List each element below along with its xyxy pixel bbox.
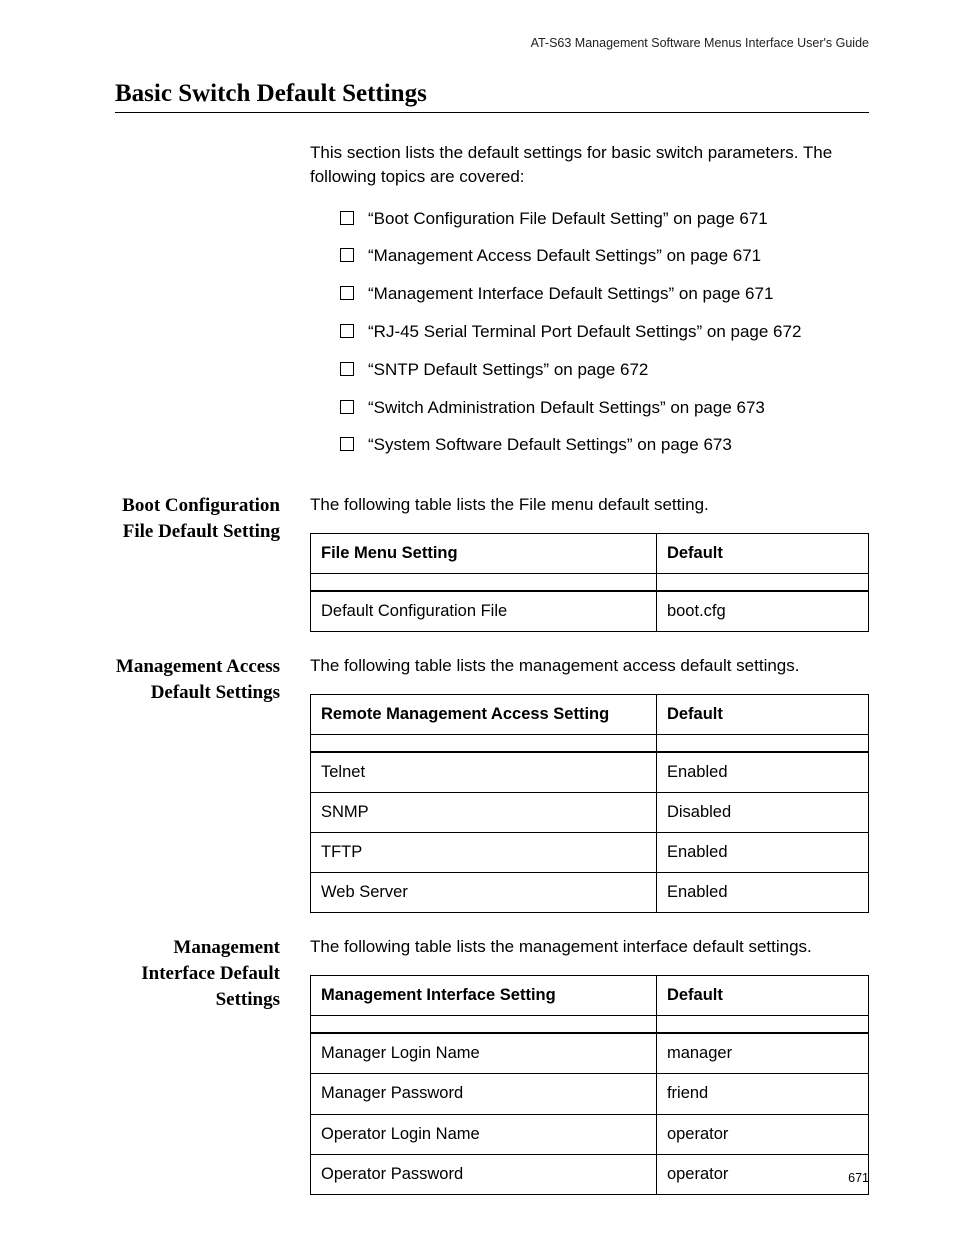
list-item: “Switch Administration Default Settings”… [340, 396, 869, 420]
checkbox-icon [340, 286, 354, 300]
access-table: Remote Management Access Setting Default… [310, 694, 869, 913]
cell-setting: Web Server [311, 873, 657, 913]
list-item: “Boot Configuration File Default Setting… [340, 207, 869, 231]
topic-text: “System Software Default Settings” on pa… [368, 433, 732, 457]
topic-list: “Boot Configuration File Default Setting… [340, 207, 869, 472]
side-heading-boot: Boot Configuration File Default Setting [115, 493, 310, 632]
cell-setting: Operator Password [311, 1154, 657, 1194]
th-setting: Remote Management Access Setting [311, 694, 657, 734]
cell-setting: Default Configuration File [311, 592, 657, 632]
table-row: Operator Login Name operator [311, 1114, 869, 1154]
cell-default: Disabled [656, 793, 868, 833]
cell-setting: Manager Login Name [311, 1034, 657, 1074]
cell-default: Enabled [656, 753, 868, 793]
running-head: AT-S63 Management Software Menus Interfa… [115, 36, 869, 50]
checkbox-icon [340, 362, 354, 376]
topic-text: “Management Interface Default Settings” … [368, 282, 773, 306]
cell-default: Enabled [656, 873, 868, 913]
table-row: Manager Login Name manager [311, 1034, 869, 1074]
table-row: SNMP Disabled [311, 793, 869, 833]
table-row: TFTP Enabled [311, 833, 869, 873]
th-setting: Management Interface Setting [311, 976, 657, 1016]
list-item: “Management Access Default Settings” on … [340, 244, 869, 268]
title-rule [115, 112, 869, 113]
list-item: “RJ-45 Serial Terminal Port Default Sett… [340, 320, 869, 344]
topic-text: “Management Access Default Settings” on … [368, 244, 761, 268]
th-default: Default [656, 976, 868, 1016]
section-body-interface: The following table lists the management… [310, 935, 869, 1194]
section-lead: The following table lists the management… [310, 935, 869, 959]
table-row: Telnet Enabled [311, 753, 869, 793]
cell-setting: Telnet [311, 753, 657, 793]
list-item: “System Software Default Settings” on pa… [340, 433, 869, 457]
side-heading-interface: Management Interface Default Settings [115, 935, 310, 1194]
cell-setting: SNMP [311, 793, 657, 833]
interface-table: Management Interface Setting Default Man… [310, 975, 869, 1194]
side-heading-access: Management Access Default Settings [115, 654, 310, 913]
checkbox-icon [340, 248, 354, 262]
checkbox-icon [340, 324, 354, 338]
table-row: Default Configuration File boot.cfg [311, 592, 869, 632]
section-body-access: The following table lists the management… [310, 654, 869, 913]
table-row: Manager Password friend [311, 1074, 869, 1114]
table-row: Operator Password operator [311, 1154, 869, 1194]
table-row: Web Server Enabled [311, 873, 869, 913]
section-body-boot: The following table lists the File menu … [310, 493, 869, 632]
section-lead: The following table lists the management… [310, 654, 869, 678]
th-setting: File Menu Setting [311, 533, 657, 573]
section-interface: Management Interface Default Settings Th… [115, 935, 869, 1194]
page-number: 671 [848, 1171, 869, 1185]
list-item: “SNTP Default Settings” on page 672 [340, 358, 869, 382]
cell-default: manager [656, 1034, 868, 1074]
th-default: Default [656, 694, 868, 734]
cell-default: Enabled [656, 833, 868, 873]
intro-text: This section lists the default settings … [310, 141, 869, 189]
page: AT-S63 Management Software Menus Interfa… [0, 0, 954, 1235]
cell-default: operator [656, 1154, 868, 1194]
page-title: Basic Switch Default Settings [115, 80, 869, 108]
cell-default: operator [656, 1114, 868, 1154]
section-access: Management Access Default Settings The f… [115, 654, 869, 913]
list-item: “Management Interface Default Settings” … [340, 282, 869, 306]
cell-setting: TFTP [311, 833, 657, 873]
cell-default: boot.cfg [656, 592, 868, 632]
checkbox-icon [340, 211, 354, 225]
content: This section lists the default settings … [115, 141, 869, 1195]
checkbox-icon [340, 400, 354, 414]
checkbox-icon [340, 437, 354, 451]
topic-text: “Switch Administration Default Settings”… [368, 396, 765, 420]
topic-text: “RJ-45 Serial Terminal Port Default Sett… [368, 320, 801, 344]
th-default: Default [656, 533, 868, 573]
section-lead: The following table lists the File menu … [310, 493, 869, 517]
cell-setting: Manager Password [311, 1074, 657, 1114]
section-boot: Boot Configuration File Default Setting … [115, 493, 869, 632]
cell-setting: Operator Login Name [311, 1114, 657, 1154]
cell-default: friend [656, 1074, 868, 1114]
topic-text: “SNTP Default Settings” on page 672 [368, 358, 648, 382]
topic-text: “Boot Configuration File Default Setting… [368, 207, 768, 231]
boot-table: File Menu Setting Default Default Config… [310, 533, 869, 632]
